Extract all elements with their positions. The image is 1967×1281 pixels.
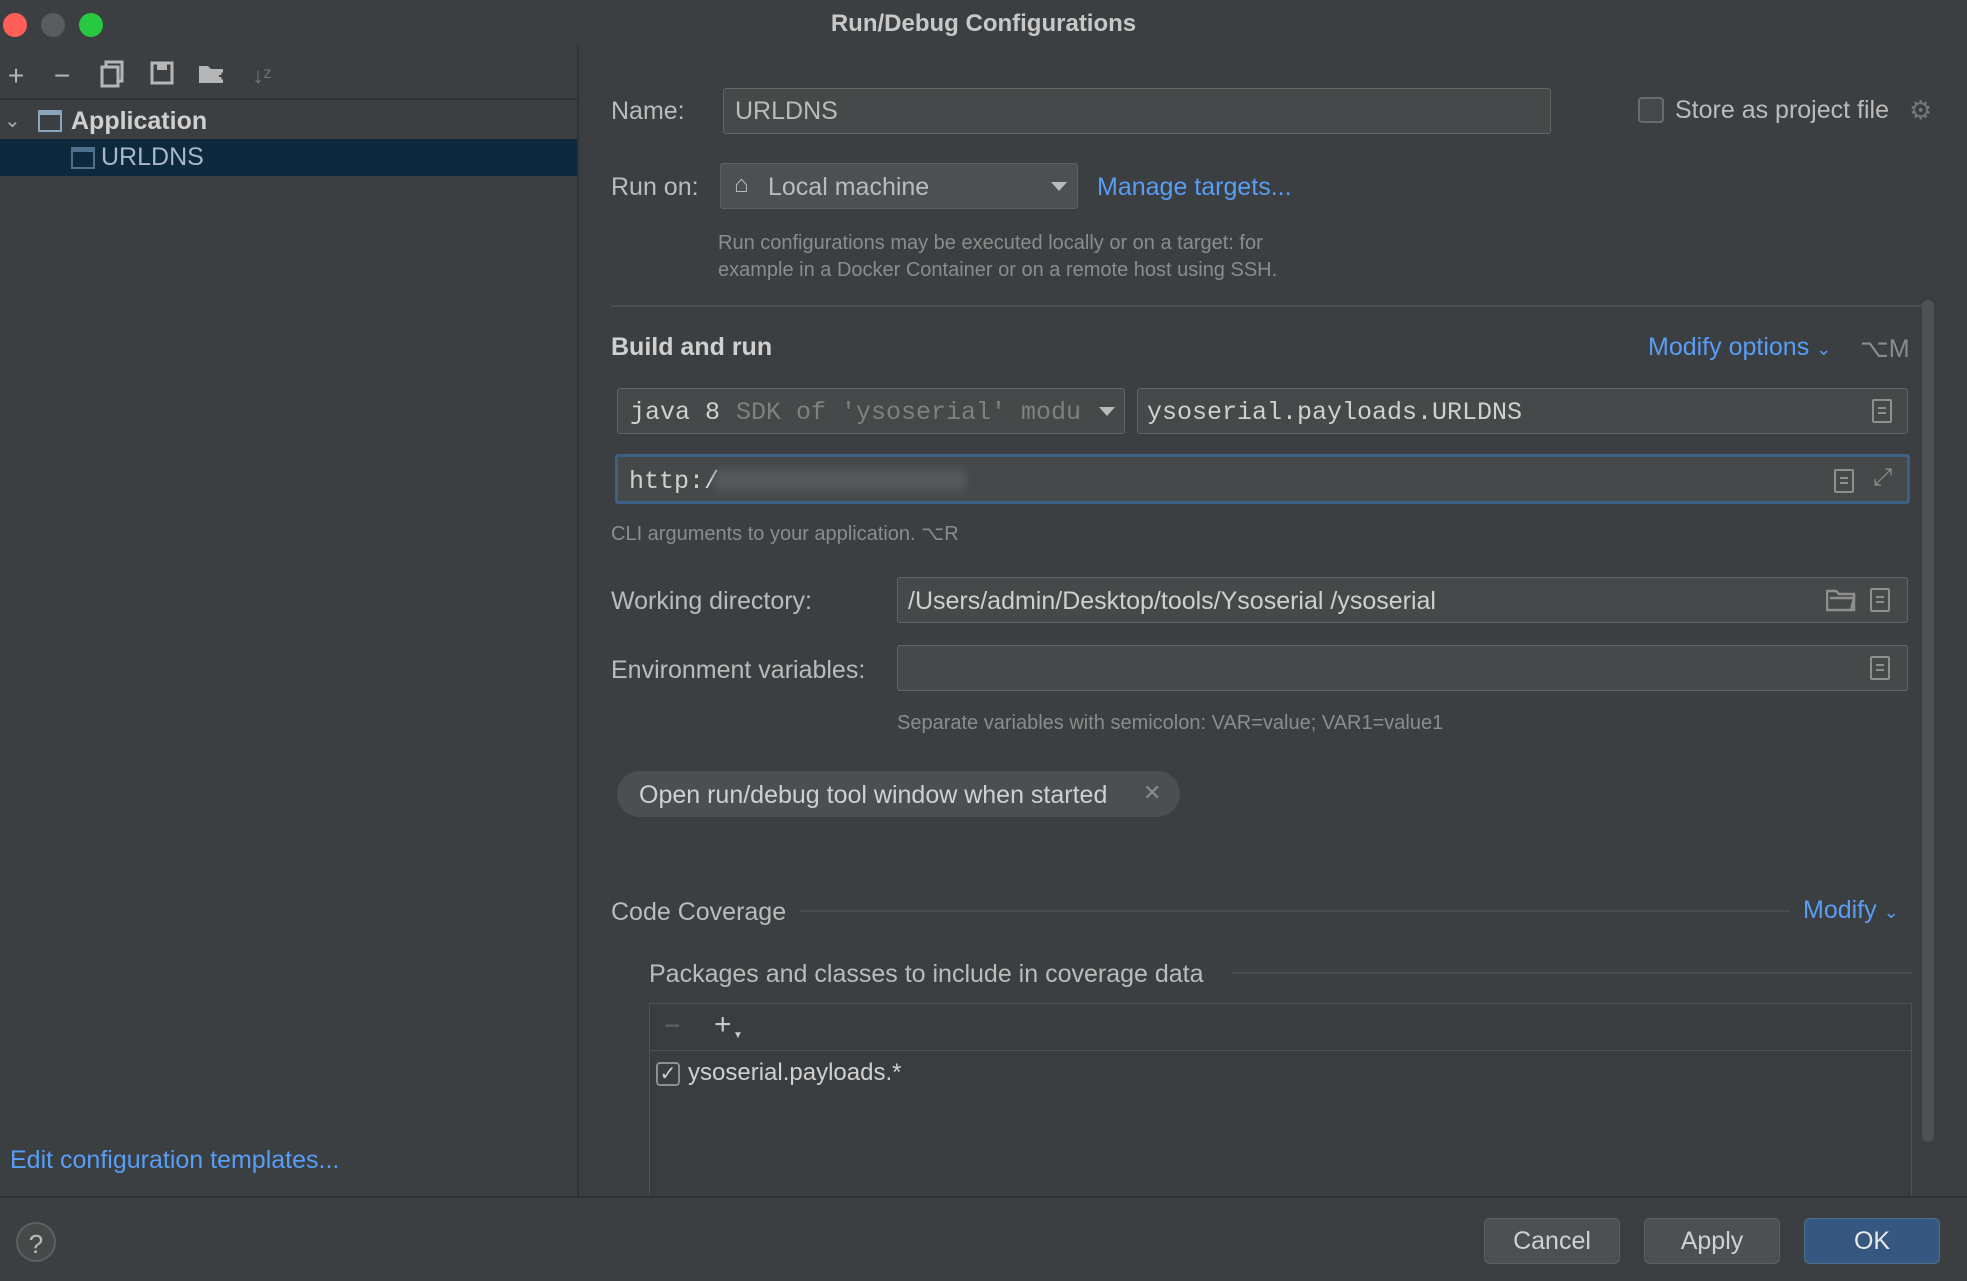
section-divider — [611, 305, 1931, 307]
environment-variables-input[interactable] — [897, 645, 1908, 691]
copy-icon-glyph — [100, 60, 124, 88]
main-class-input[interactable]: ysoserial.payloads.URLDNS — [1137, 388, 1908, 434]
add-menu-arrow-icon: ▼ — [733, 1030, 743, 1041]
run-on-hint-line-2: example in a Docker Container or on a re… — [718, 259, 1278, 281]
sort-icon[interactable]: ↓ᶻ — [246, 60, 278, 92]
packages-divider — [1232, 972, 1912, 974]
remove-icon[interactable]: − — [46, 60, 78, 92]
modify-options-link[interactable]: Modify options ⌄ — [1648, 333, 1831, 362]
add-package-icon[interactable]: + — [714, 1008, 732, 1042]
remove-package-icon[interactable]: − — [664, 1010, 680, 1042]
working-directory-label: Working directory: — [611, 587, 812, 615]
program-arguments-input[interactable]: http:/ ⤢ — [615, 454, 1910, 504]
modify-options-shortcut: ⌥M — [1860, 335, 1910, 363]
code-coverage-divider — [800, 910, 1790, 912]
tree-item-label: URLDNS — [101, 143, 204, 171]
coverage-modify-link[interactable]: Modify ⌄ — [1803, 896, 1899, 925]
redacted-text-blur — [715, 470, 965, 490]
name-input[interactable]: URLDNS — [723, 88, 1551, 134]
packages-title: Packages and classes to include in cover… — [649, 960, 1204, 988]
run-on-hint-line-1: Run configurations may be executed local… — [718, 232, 1263, 254]
application-icon — [38, 110, 62, 132]
insert-macro-icon[interactable] — [1870, 588, 1890, 612]
packages-list-toolbar: − + ▼ — [650, 1004, 1911, 1051]
run-on-label: Run on: — [611, 173, 699, 201]
application-config-icon — [71, 147, 95, 169]
working-directory-value: /Users/admin/Desktop/tools/Ysoserial /ys… — [908, 587, 1436, 615]
folder-icon-glyph — [199, 66, 226, 83]
run-on-dropdown[interactable]: ⌂ Local machine — [720, 163, 1078, 209]
tree-group-label: Application — [71, 107, 208, 135]
dropdown-arrow-icon — [1099, 407, 1115, 416]
ok-button[interactable]: OK — [1804, 1218, 1940, 1264]
program-arguments-value: http:/ — [629, 467, 720, 496]
sdk-detail-value: SDK of 'ysoserial' modul — [736, 398, 1081, 427]
dropdown-arrow-icon — [1051, 182, 1067, 191]
browse-class-icon[interactable] — [1872, 399, 1892, 423]
configurations-sidebar — [0, 46, 579, 1196]
copy-icon[interactable] — [96, 60, 128, 92]
title-bar: Run/Debug Configurations — [0, 0, 1967, 46]
working-directory-input[interactable]: /Users/admin/Desktop/tools/Ysoserial /ys… — [897, 577, 1908, 623]
package-name: ysoserial.payloads.* — [688, 1059, 902, 1086]
chevron-down-icon: ⌄ — [1883, 902, 1899, 922]
packages-list-panel: − + ▼ ✓ ysoserial.payloads.* — [649, 1003, 1912, 1197]
modify-options-label: Modify options — [1648, 333, 1810, 361]
coverage-modify-label: Modify — [1803, 896, 1877, 924]
name-label: Name: — [611, 97, 685, 125]
tree-group-application[interactable]: ⌄ Application — [0, 103, 577, 139]
save-icon[interactable] — [146, 60, 178, 92]
edit-templates-link[interactable]: Edit configuration templates... — [10, 1146, 339, 1175]
environment-variables-hint: Separate variables with semicolon: VAR=v… — [897, 712, 1444, 734]
cli-arguments-hint: CLI arguments to your application. ⌥R — [611, 523, 959, 545]
code-coverage-title: Code Coverage — [611, 898, 787, 926]
sdk-dropdown[interactable]: java 8 SDK of 'ysoserial' modul — [617, 388, 1125, 434]
home-icon: ⌂ — [734, 171, 749, 198]
build-and-run-title: Build and run — [611, 333, 773, 361]
main-class-value: ysoserial.payloads.URLDNS — [1147, 398, 1523, 427]
folder-icon[interactable] — [1826, 588, 1856, 612]
apply-button[interactable]: Apply — [1644, 1218, 1780, 1264]
gear-icon[interactable]: ⚙ — [1909, 97, 1933, 123]
window-title: Run/Debug Configurations — [830, 10, 1137, 37]
add-icon[interactable]: + — [0, 60, 32, 92]
insert-macro-icon[interactable] — [1834, 469, 1854, 493]
help-button[interactable]: ? — [16, 1222, 56, 1262]
save-icon-glyph — [150, 61, 174, 85]
option-chip[interactable]: Open run/debug tool window when started … — [617, 771, 1180, 817]
remove-option-icon[interactable]: ✕ — [1143, 780, 1161, 806]
chevron-down-icon: ⌄ — [1816, 339, 1832, 359]
environment-variables-label: Environment variables: — [611, 656, 866, 684]
run-on-value: Local machine — [768, 173, 930, 201]
store-as-project-label: Store as project file — [1675, 96, 1889, 124]
option-chip-label: Open run/debug tool window when started — [639, 781, 1108, 809]
cancel-button[interactable]: Cancel — [1484, 1218, 1620, 1264]
scrollbar-thumb[interactable] — [1922, 300, 1934, 1142]
chevron-down-icon[interactable]: ⌄ — [4, 103, 21, 139]
toolbar-divider — [0, 98, 577, 100]
package-checkbox[interactable]: ✓ — [656, 1062, 680, 1086]
sdk-main-value: java 8 — [630, 398, 721, 427]
tree-item-urldns[interactable]: URLDNS — [0, 139, 577, 176]
new-folder-icon[interactable] — [196, 60, 228, 92]
edit-env-variables-icon[interactable] — [1870, 656, 1890, 680]
manage-targets-link[interactable]: Manage targets... — [1097, 173, 1292, 202]
expand-icon[interactable]: ⤢ — [1873, 465, 1892, 493]
store-as-project-checkbox[interactable] — [1638, 97, 1664, 123]
